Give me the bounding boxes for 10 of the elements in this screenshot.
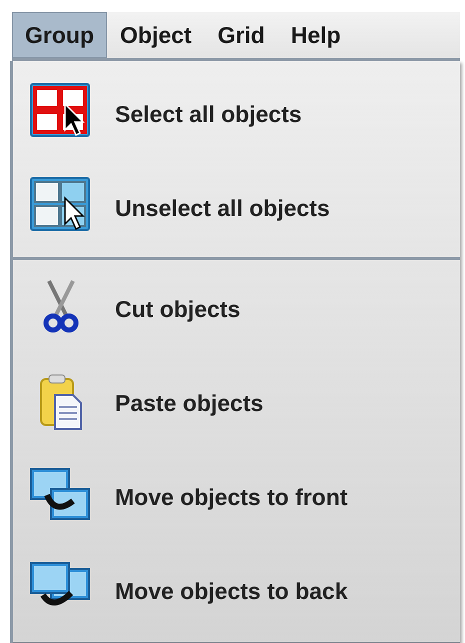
menu-item[interactable]: Move objects to back <box>13 544 460 638</box>
menu-item[interactable]: Select all objects <box>13 67 460 161</box>
menu-item[interactable]: Cut objects <box>13 262 460 356</box>
menu-item[interactable]: Unselect all objects <box>13 161 460 255</box>
menu-title[interactable]: Help <box>278 12 354 58</box>
menu-item[interactable]: Move objects to front <box>13 450 460 544</box>
menu-title[interactable]: Grid <box>204 12 278 58</box>
menu-title[interactable]: Group <box>12 12 107 58</box>
menu-title[interactable]: Object <box>107 12 205 58</box>
menu-item[interactable]: Paste objects <box>13 356 460 450</box>
